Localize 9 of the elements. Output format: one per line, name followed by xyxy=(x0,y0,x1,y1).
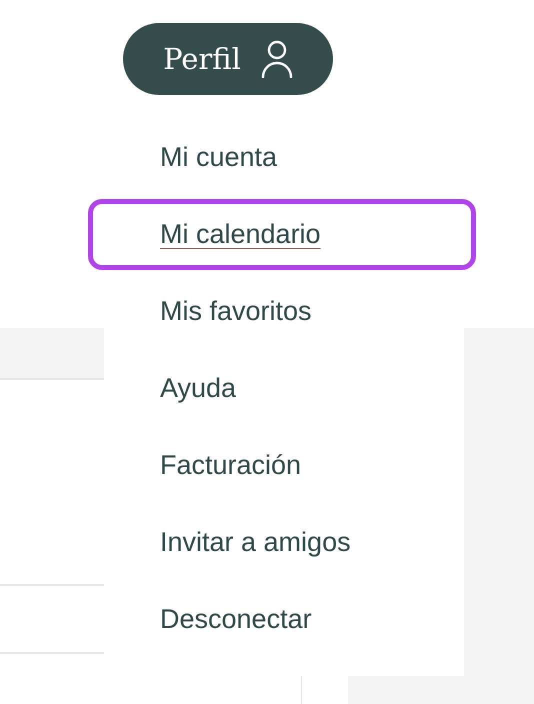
menu-item[interactable]: Invitar a amigos xyxy=(160,521,351,564)
menu-item[interactable]: Mis favoritos xyxy=(160,290,312,333)
menu-item[interactable]: Ayuda xyxy=(160,367,236,410)
menu-item[interactable]: Mi calendario xyxy=(88,199,476,270)
menu-item[interactable]: Mi cuenta xyxy=(160,136,278,179)
menu-item[interactable]: Facturación xyxy=(160,444,302,487)
menu-item[interactable]: Desconectar xyxy=(160,598,312,641)
profile-button[interactable]: Perfil xyxy=(123,23,333,95)
user-icon xyxy=(260,40,293,78)
